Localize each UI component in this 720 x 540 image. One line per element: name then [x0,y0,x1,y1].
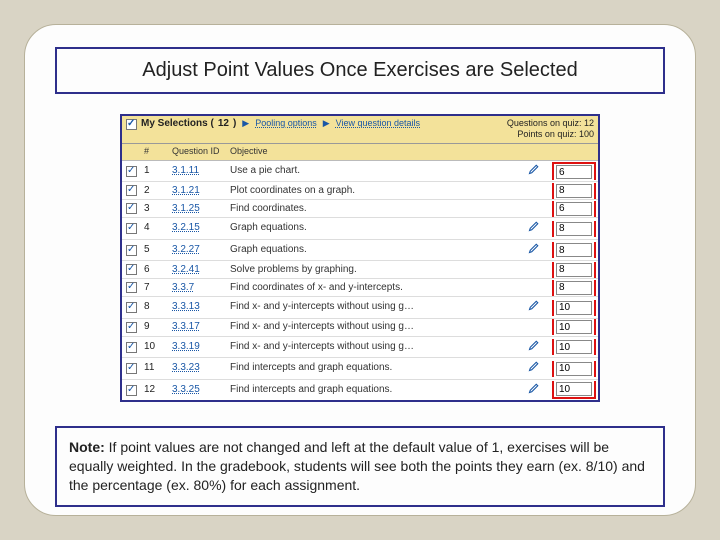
points-input[interactable] [556,281,592,295]
row-checkbox[interactable] [126,322,137,333]
selections-grid: My Selections (12) ▶ Pooling options ▶ V… [120,114,600,402]
row-checkbox[interactable] [126,185,137,196]
question-id-link[interactable]: 3.3.7 [172,282,230,295]
points-input[interactable] [556,320,592,334]
table-row: 23.1.21Plot coordinates on a graph. [122,182,598,200]
grid-toolbar: My Selections (12) ▶ Pooling options ▶ V… [122,116,598,144]
objective-text: Use a pie chart. [230,165,528,178]
row-checkbox[interactable] [126,302,137,313]
pooling-options-link[interactable]: Pooling options [255,118,317,129]
points-input[interactable] [556,243,592,257]
points-input[interactable] [556,165,592,179]
edit-pencil-icon[interactable] [528,220,552,237]
row-number: 8 [144,301,172,314]
objective-text: Find x- and y-intercepts without using g… [230,321,528,334]
row-checkbox[interactable] [126,245,137,256]
table-row: 103.3.19Find x- and y-intercepts without… [122,337,598,359]
row-number: 1 [144,165,172,178]
points-input[interactable] [556,340,592,354]
question-id-link[interactable]: 3.1.11 [172,165,230,178]
triangle-icon: ▶ [242,118,249,129]
table-row: 123.3.25Find intercepts and graph equati… [122,380,598,401]
col-question-id: Question ID [172,146,230,157]
triangle-icon: ▶ [323,118,330,129]
objective-text: Find coordinates. [230,203,528,216]
col-objective: Objective [230,146,552,157]
row-number: 6 [144,264,172,277]
table-row: 13.1.11Use a pie chart. [122,161,598,183]
question-id-link[interactable]: 3.2.15 [172,222,230,235]
objective-text: Find intercepts and graph equations. [230,362,528,375]
note-box: Note: If point values are not changed an… [55,426,665,507]
table-row: 113.3.23Find intercepts and graph equati… [122,358,598,380]
points-input[interactable] [556,222,592,236]
question-id-link[interactable]: 3.3.13 [172,301,230,314]
row-number: 9 [144,321,172,334]
objective-text: Find intercepts and graph equations. [230,384,528,397]
question-id-link[interactable]: 3.3.19 [172,341,230,354]
col-number: # [144,146,172,157]
question-id-link[interactable]: 3.3.23 [172,362,230,375]
row-checkbox[interactable] [126,385,137,396]
row-number: 4 [144,222,172,235]
view-question-details-link[interactable]: View question details [336,118,420,129]
table-row: 43.2.15Graph equations. [122,218,598,240]
edit-pencil-icon[interactable] [528,242,552,259]
grid-rows: 13.1.11Use a pie chart.23.1.21Plot coord… [122,161,598,401]
edit-pencil-icon[interactable] [528,339,552,356]
table-row: 73.3.7Find coordinates of x- and y-inter… [122,279,598,297]
question-id-link[interactable]: 3.3.17 [172,321,230,334]
row-checkbox[interactable] [126,363,137,374]
objective-text: Find x- and y-intercepts without using g… [230,301,528,314]
question-id-link[interactable]: 3.1.21 [172,185,230,198]
row-number: 11 [144,362,172,375]
row-checkbox[interactable] [126,282,137,293]
table-row: 53.2.27Graph equations. [122,240,598,262]
points-input[interactable] [556,263,592,277]
table-row: 93.3.17Find x- and y-intercepts without … [122,319,598,337]
row-number: 2 [144,185,172,198]
points-input[interactable] [556,301,592,315]
row-checkbox[interactable] [126,223,137,234]
question-id-link[interactable]: 3.1.25 [172,203,230,216]
points-input[interactable] [556,184,592,198]
points-input[interactable] [556,202,592,216]
slide-title: Adjust Point Values Once Exercises are S… [55,47,665,94]
row-checkbox[interactable] [126,166,137,177]
objective-text: Plot coordinates on a graph. [230,185,528,198]
column-headers: # Question ID Objective [122,144,598,161]
edit-pencil-icon[interactable] [528,163,552,180]
select-all-checkbox[interactable] [126,119,137,130]
row-number: 10 [144,341,172,354]
objective-text: Solve problems by graphing. [230,264,528,277]
objective-text: Find x- and y-intercepts without using g… [230,341,528,354]
row-checkbox[interactable] [126,203,137,214]
note-label: Note: [69,439,105,455]
slide-card: Adjust Point Values Once Exercises are S… [24,24,696,516]
objective-text: Find coordinates of x- and y-intercepts. [230,282,528,295]
edit-pencil-icon[interactable] [528,299,552,316]
row-number: 3 [144,203,172,216]
row-number: 12 [144,384,172,397]
points-input[interactable] [556,382,592,396]
question-id-link[interactable]: 3.3.25 [172,384,230,397]
row-checkbox[interactable] [126,264,137,275]
quiz-stats: Questions on quiz: 12 Points on quiz: 10… [507,118,594,141]
question-id-link[interactable]: 3.2.27 [172,244,230,257]
selections-count-label: My Selections (12) [126,118,236,131]
edit-pencil-icon[interactable] [528,382,552,399]
objective-text: Graph equations. [230,222,528,235]
points-input[interactable] [556,362,592,376]
table-row: 33.1.25Find coordinates. [122,200,598,218]
note-body: If point values are not changed and left… [69,439,645,493]
row-number: 5 [144,244,172,257]
objective-text: Graph equations. [230,244,528,257]
table-row: 63.2.41Solve problems by graphing. [122,261,598,279]
row-number: 7 [144,282,172,295]
question-id-link[interactable]: 3.2.41 [172,264,230,277]
row-checkbox[interactable] [126,342,137,353]
table-row: 83.3.13Find x- and y-intercepts without … [122,297,598,319]
edit-pencil-icon[interactable] [528,360,552,377]
